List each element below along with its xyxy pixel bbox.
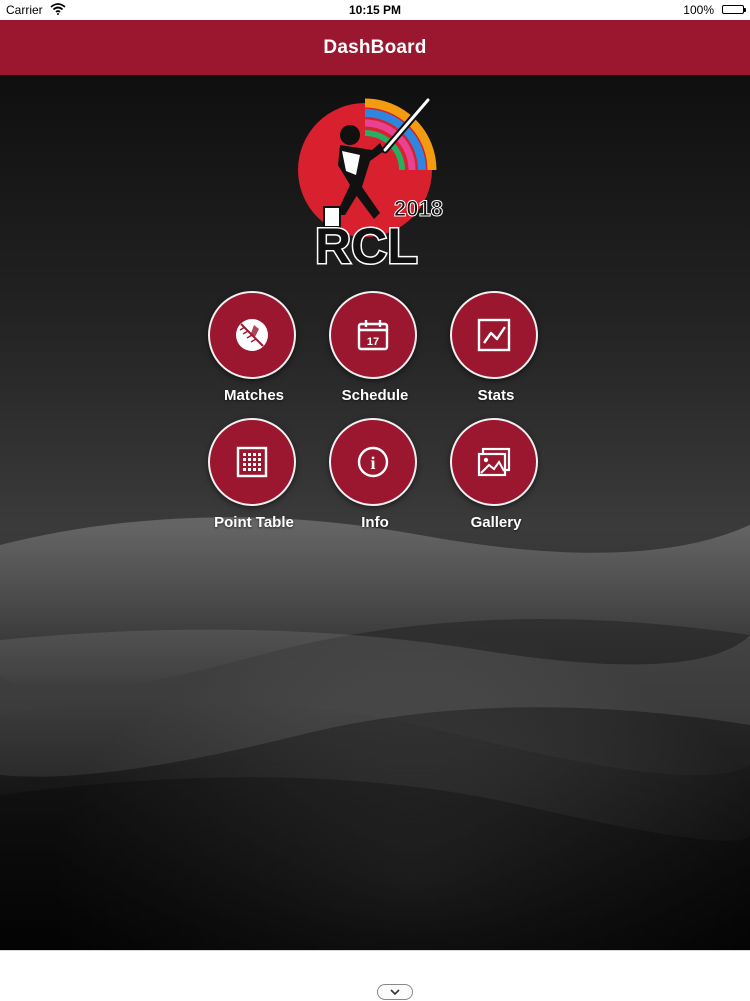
point-table-button[interactable]: Point Table [194,418,314,538]
schedule-button[interactable]: 17 Schedule [315,291,435,411]
gallery-button[interactable]: Gallery [436,418,556,538]
clock: 10:15 PM [348,3,402,17]
carrier-label: Carrier [6,3,43,17]
dashboard-main: 2018 RCL Matches 17 Schedule Stats Point… [0,75,750,950]
matches-button[interactable]: Matches [194,291,314,411]
schedule-circle[interactable]: 17 [329,291,417,379]
page-title: DashBoard [323,36,427,58]
collapse-button[interactable] [377,984,413,1000]
logo-wordmark: RCL [315,218,418,270]
calendar-day: 17 [367,336,379,348]
grid-table-icon [236,446,268,478]
battery-icon [722,5,746,14]
info-label: Info [361,514,389,531]
cricket-ball-icon [236,319,268,351]
status-bar: Carrier 10:15 PM 100% [0,0,750,20]
nav-bar: DashBoard [0,20,750,75]
battery-percent: 100% [683,3,714,17]
matches-circle[interactable] [208,291,296,379]
bottom-bar [0,950,750,1001]
info-glyph: i [370,453,375,473]
stats-button[interactable]: Stats [436,291,556,411]
matches-label: Matches [223,387,285,404]
gallery-label: Gallery [470,514,522,531]
line-chart-icon [477,318,511,352]
gallery-icon [477,447,511,477]
wifi-icon [50,3,66,18]
info-icon: i [357,446,389,478]
calendar-icon: 17 [357,320,389,351]
chevron-down-icon [390,988,400,995]
point-table-label: Point Table [214,514,294,531]
info-circle[interactable]: i [329,418,417,506]
stats-circle[interactable] [450,291,538,379]
stats-label: Stats [477,387,515,404]
schedule-label: Schedule [341,387,409,404]
rcl-logo-graphic: 2018 RCL [298,96,443,276]
info-button[interactable]: i Info [315,418,435,538]
gallery-circle[interactable] [450,418,538,506]
point-table-circle[interactable] [208,418,296,506]
rcl-logo: 2018 RCL [290,95,460,276]
